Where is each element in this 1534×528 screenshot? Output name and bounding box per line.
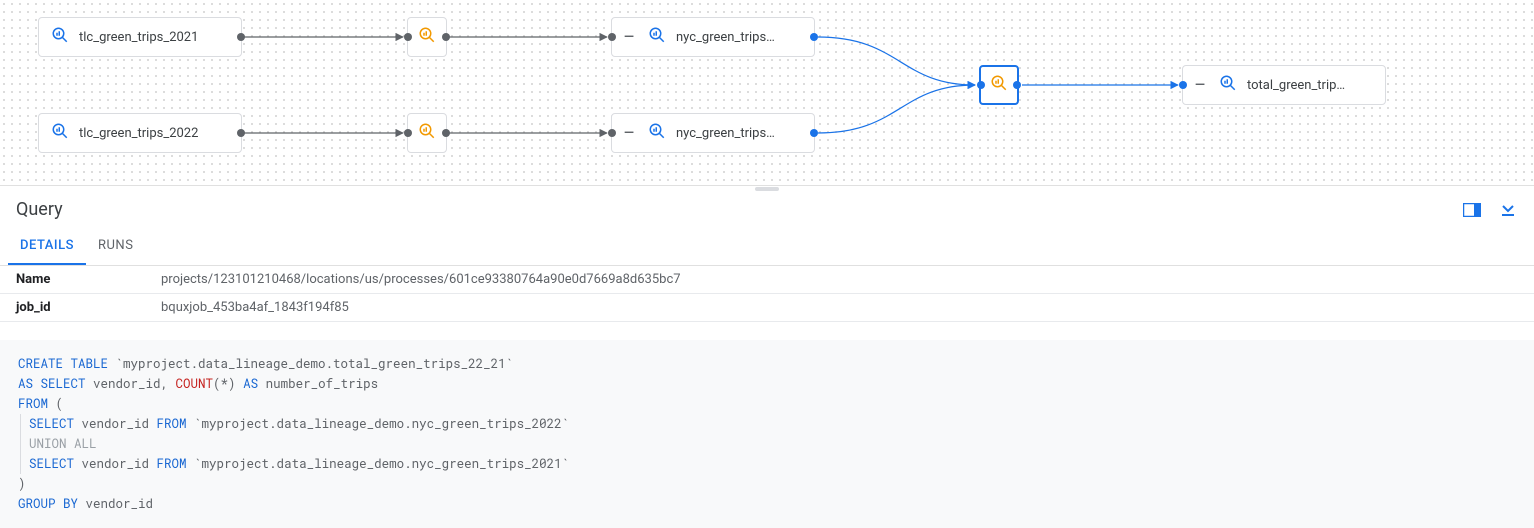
bigquery-process-icon [418,26,436,48]
node-label: tlc_green_trips_2021 [79,30,198,45]
sql-preview: CREATE TABLE `myproject.data_lineage_dem… [0,340,1534,528]
tab-runs[interactable]: RUNS [86,228,145,265]
expand-icon [624,30,638,45]
node-label: total_green_trip… [1247,78,1345,93]
node-tlc-green-trips-2021[interactable]: tlc_green_trips_2021 [38,17,242,57]
tab-details[interactable]: DETAILS [8,228,86,265]
details-table: Name projects/123101210468/locations/us/… [0,266,1534,322]
node-label: nyc_green_trips… [676,30,775,45]
details-panel-header: Query [0,191,1534,228]
node-label: nyc_green_trips… [676,126,775,141]
detail-key-name: Name [0,266,145,294]
node-process-2[interactable] [407,113,447,153]
detail-key-jobid: job_id [0,294,145,322]
side-panel-icon[interactable] [1462,200,1482,220]
node-tlc-green-trips-2022[interactable]: tlc_green_trips_2022 [38,113,242,153]
bigquery-table-icon [1219,74,1237,96]
node-nyc-green-trips-1[interactable]: nyc_green_trips… [611,17,815,57]
panel-title: Query [16,199,63,220]
detail-val-name: projects/123101210468/locations/us/proce… [145,266,1534,294]
node-nyc-green-trips-2[interactable]: nyc_green_trips… [611,113,815,153]
expand-icon [1195,78,1209,93]
bigquery-process-icon [990,74,1008,96]
node-total-green-trips[interactable]: total_green_trip… [1182,65,1386,105]
bigquery-process-icon [418,122,436,144]
node-label: tlc_green_trips_2022 [79,126,198,141]
bigquery-table-icon [51,26,69,48]
detail-val-jobid: bquxjob_453ba4af_1843f194f85 [145,294,1534,322]
lineage-graph-canvas[interactable]: tlc_green_trips_2021 nyc_green_trips… tl… [0,0,1534,185]
panel-tabs: DETAILS RUNS [0,228,1534,266]
expand-icon [624,126,638,141]
bigquery-table-icon [648,26,666,48]
bigquery-table-icon [51,122,69,144]
table-row: Name projects/123101210468/locations/us/… [0,266,1534,294]
table-row: job_id bquxjob_453ba4af_1843f194f85 [0,294,1534,322]
collapse-panel-icon[interactable] [1498,200,1518,220]
node-process-selected[interactable] [979,65,1019,105]
bigquery-table-icon [648,122,666,144]
node-process-1[interactable] [407,17,447,57]
